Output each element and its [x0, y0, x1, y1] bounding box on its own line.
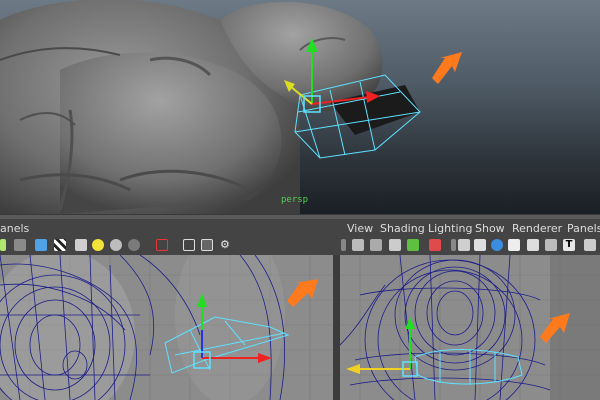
- camera-label: persp: [281, 195, 309, 205]
- menu-panels[interactable]: Panels: [567, 222, 600, 235]
- camera-attr-icon[interactable]: [370, 239, 382, 251]
- menu-lighting[interactable]: Lighting: [428, 222, 472, 235]
- xray-icon[interactable]: [527, 239, 539, 251]
- arrow-icon: [432, 52, 462, 84]
- more-icon[interactable]: [584, 239, 596, 251]
- perspective-viewport[interactable]: persp: [0, 0, 600, 214]
- right-wireframe-mesh: [340, 255, 600, 400]
- grid-icon[interactable]: [458, 239, 470, 251]
- film-gate-icon[interactable]: [474, 239, 486, 251]
- select-camera-icon[interactable]: [0, 239, 6, 251]
- separator-handle: [341, 239, 346, 251]
- text-icon[interactable]: T: [563, 239, 575, 251]
- sculpt-model: [0, 0, 462, 214]
- panel-toolbar: ⚙ T: [0, 237, 600, 254]
- isolate-icon[interactable]: [201, 239, 213, 251]
- shaded-icon[interactable]: [508, 239, 520, 251]
- select-icon[interactable]: [407, 239, 419, 251]
- xray-icon[interactable]: [156, 239, 168, 251]
- arrow-icon: [287, 279, 318, 307]
- selection-cage: [414, 349, 523, 385]
- menu-shading[interactable]: Shading: [380, 222, 425, 235]
- wireframe-icon[interactable]: [183, 239, 195, 251]
- cube-icon[interactable]: [14, 239, 26, 251]
- grey-sphere-icon[interactable]: [128, 239, 140, 251]
- menu-view[interactable]: View: [347, 222, 373, 235]
- left-panels-menu[interactable]: anels: [0, 222, 29, 235]
- separator-handle: [451, 239, 456, 251]
- right-wireframe-viewport[interactable]: [340, 255, 600, 400]
- cube-icon[interactable]: [75, 239, 87, 251]
- cube-icon[interactable]: [35, 239, 47, 251]
- left-wireframe-viewport[interactable]: [0, 255, 333, 400]
- texture-icon[interactable]: [545, 239, 557, 251]
- sphere-icon[interactable]: [491, 239, 503, 251]
- menu-show[interactable]: Show: [475, 222, 505, 235]
- checker-icon[interactable]: [54, 239, 66, 251]
- menu-renderer[interactable]: Renderer: [512, 222, 562, 235]
- panel-menubar: anels View Shading Lighting Show Rendere…: [0, 219, 600, 237]
- film-icon[interactable]: [389, 239, 401, 251]
- pane-divider[interactable]: [333, 255, 340, 400]
- sphere-icon[interactable]: [110, 239, 122, 251]
- close-icon[interactable]: [429, 239, 441, 251]
- camera-icon[interactable]: [352, 239, 364, 251]
- share-icon[interactable]: ⚙: [220, 239, 232, 251]
- light-icon[interactable]: [92, 239, 104, 251]
- left-wireframe-mesh: [0, 255, 333, 400]
